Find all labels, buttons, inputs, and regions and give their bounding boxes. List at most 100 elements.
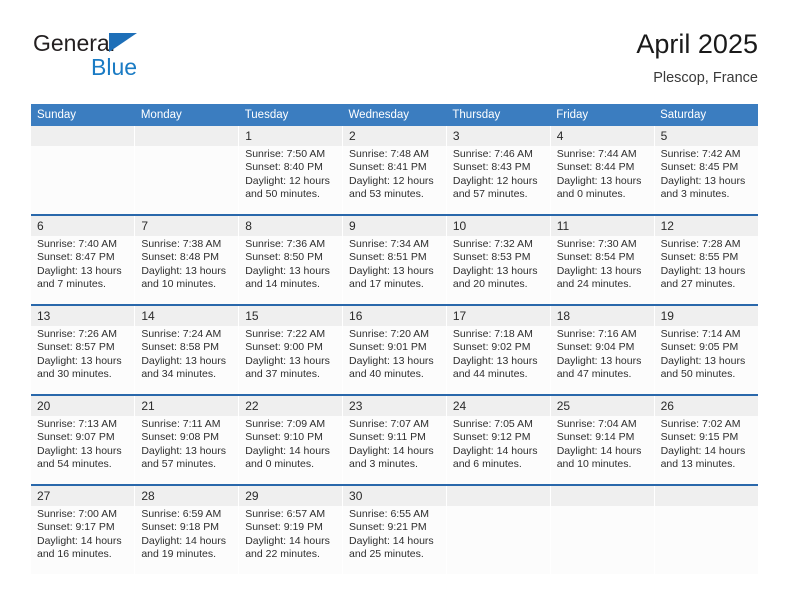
day-cell[interactable]: Sunrise: 7:11 AM Sunset: 9:08 PM Daylight:… bbox=[134, 416, 239, 485]
day-info-line: Daylight: 13 hours bbox=[556, 174, 642, 187]
day-number[interactable]: 5 bbox=[653, 126, 758, 146]
day-number[interactable]: 16 bbox=[342, 304, 447, 326]
day-number[interactable]: 26 bbox=[653, 394, 758, 416]
day-number[interactable]: 25 bbox=[549, 394, 655, 416]
day-number[interactable]: 10 bbox=[445, 214, 551, 236]
day-cell[interactable]: Sunrise: 7:14 AM Sunset: 9:05 PM Daylight:… bbox=[653, 326, 758, 395]
day-cell[interactable]: Sunrise: 7:42 AM Sunset: 8:45 PM Daylight:… bbox=[653, 146, 758, 215]
week-daynumber-row: 12345 bbox=[31, 126, 758, 146]
day-cell[interactable]: Sunrise: 7:13 AM Sunset: 9:07 PM Daylight:… bbox=[31, 416, 135, 485]
day-info-line: Daylight: 13 hours bbox=[452, 264, 538, 277]
day-cell[interactable]: Sunrise: 7:09 AM Sunset: 9:10 PM Daylight:… bbox=[238, 416, 343, 485]
day-info-line: Daylight: 13 hours bbox=[141, 444, 226, 457]
day-number[interactable]: 23 bbox=[342, 394, 447, 416]
day-info-line: and 37 minutes. bbox=[245, 368, 320, 381]
day-number[interactable]: 14 bbox=[134, 304, 239, 326]
day-cell[interactable]: Sunrise: 7:38 AM Sunset: 8:48 PM Daylight:… bbox=[134, 236, 239, 305]
day-info-line: and 0 minutes. bbox=[556, 188, 626, 201]
day-number[interactable]: 22 bbox=[238, 394, 343, 416]
day-cell[interactable]: Sunrise: 7:32 AM Sunset: 8:53 PM Daylight:… bbox=[445, 236, 551, 305]
day-info-line: Sunset: 8:43 PM bbox=[452, 161, 531, 174]
day-info-line: and 13 minutes. bbox=[660, 458, 736, 471]
day-cell[interactable]: Sunrise: 7:40 AM Sunset: 8:47 PM Daylight:… bbox=[31, 236, 135, 305]
day-cell-empty bbox=[653, 506, 758, 574]
day-info-line: Daylight: 13 hours bbox=[556, 264, 642, 277]
day-info-line: Daylight: 13 hours bbox=[141, 264, 226, 277]
day-cell[interactable]: Sunrise: 7:07 AM Sunset: 9:11 PM Daylight:… bbox=[342, 416, 447, 485]
day-number[interactable]: 9 bbox=[342, 214, 447, 236]
day-info-line: Daylight: 13 hours bbox=[37, 354, 122, 367]
day-cell[interactable]: Sunrise: 7:28 AM Sunset: 8:55 PM Daylight:… bbox=[653, 236, 758, 305]
day-cell[interactable]: Sunrise: 7:16 AM Sunset: 9:04 PM Daylight:… bbox=[549, 326, 655, 395]
day-number[interactable]: 28 bbox=[134, 484, 239, 506]
day-info-line: and 17 minutes. bbox=[349, 278, 424, 291]
day-cell[interactable]: Sunrise: 7:36 AM Sunset: 8:50 PM Daylight:… bbox=[238, 236, 343, 305]
day-info-line: Sunrise: 7:48 AM bbox=[349, 148, 429, 160]
day-info-line: and 53 minutes. bbox=[349, 188, 424, 201]
day-cell[interactable]: Sunrise: 7:04 AM Sunset: 9:14 PM Daylight:… bbox=[549, 416, 655, 485]
day-info-line: Sunset: 9:15 PM bbox=[660, 431, 739, 444]
day-info-line: Sunrise: 7:50 AM bbox=[245, 148, 326, 160]
day-number[interactable]: 3 bbox=[445, 126, 551, 146]
day-info-line: Sunset: 8:58 PM bbox=[141, 341, 219, 354]
weekday-header-thursday: Thursday bbox=[446, 104, 551, 126]
day-number[interactable]: 13 bbox=[31, 304, 135, 326]
day-number[interactable]: 6 bbox=[31, 214, 135, 236]
day-number[interactable]: 2 bbox=[342, 126, 447, 146]
day-cell[interactable]: Sunrise: 7:05 AM Sunset: 9:12 PM Daylight:… bbox=[445, 416, 551, 485]
day-info-line: and 20 minutes. bbox=[452, 278, 528, 291]
day-info-line: Sunrise: 7:07 AM bbox=[349, 418, 429, 430]
day-info-line: Sunset: 8:45 PM bbox=[660, 161, 739, 174]
page-header: General Blue April 2025 Plescop, France bbox=[31, 28, 758, 98]
day-info-line: Sunrise: 7:32 AM bbox=[452, 238, 533, 250]
day-number[interactable]: 24 bbox=[445, 394, 551, 416]
day-number-empty bbox=[134, 126, 239, 146]
day-number[interactable]: 27 bbox=[31, 484, 135, 506]
day-info-line: Sunrise: 7:34 AM bbox=[349, 238, 429, 250]
day-info-line: Sunset: 8:40 PM bbox=[245, 161, 323, 174]
day-cell[interactable]: Sunrise: 7:44 AM Sunset: 8:44 PM Daylight:… bbox=[549, 146, 655, 215]
day-info-line: Sunrise: 7:11 AM bbox=[141, 418, 221, 430]
day-info-line: Sunset: 9:12 PM bbox=[452, 431, 531, 444]
day-cell[interactable]: Sunrise: 7:02 AM Sunset: 9:15 PM Daylight:… bbox=[653, 416, 758, 485]
day-cell[interactable]: Sunrise: 7:00 AM Sunset: 9:17 PM Daylight:… bbox=[31, 506, 135, 574]
day-cell[interactable]: Sunrise: 6:57 AM Sunset: 9:19 PM Daylight:… bbox=[238, 506, 343, 574]
day-number[interactable]: 21 bbox=[134, 394, 239, 416]
day-number[interactable]: 12 bbox=[653, 214, 758, 236]
day-number[interactable]: 17 bbox=[445, 304, 551, 326]
day-number[interactable]: 8 bbox=[238, 214, 343, 236]
day-number[interactable]: 4 bbox=[549, 126, 655, 146]
day-info-line: Sunset: 9:05 PM bbox=[660, 341, 739, 354]
day-cell[interactable]: Sunrise: 7:20 AM Sunset: 9:01 PM Daylight:… bbox=[342, 326, 447, 395]
day-number[interactable]: 7 bbox=[134, 214, 239, 236]
day-cell[interactable]: Sunrise: 7:30 AM Sunset: 8:54 PM Daylight:… bbox=[549, 236, 655, 305]
day-cell[interactable]: Sunrise: 7:26 AM Sunset: 8:57 PM Daylight:… bbox=[31, 326, 135, 395]
day-cell[interactable]: Sunrise: 7:34 AM Sunset: 8:51 PM Daylight:… bbox=[342, 236, 447, 305]
day-info-line: Sunrise: 7:13 AM bbox=[37, 418, 117, 430]
day-info-line: and 16 minutes. bbox=[37, 548, 112, 561]
day-cell[interactable]: Sunrise: 7:22 AM Sunset: 9:00 PM Daylight:… bbox=[238, 326, 343, 395]
day-info-line: and 54 minutes. bbox=[37, 458, 112, 471]
day-info-line: Sunset: 9:11 PM bbox=[349, 431, 426, 444]
calendar-header-row: Sunday Monday Tuesday Wednesday Thursday… bbox=[31, 104, 758, 126]
day-number[interactable]: 19 bbox=[653, 304, 758, 326]
day-number[interactable]: 15 bbox=[238, 304, 343, 326]
day-info-line: Daylight: 14 hours bbox=[245, 534, 330, 547]
day-cell[interactable]: Sunrise: 7:18 AM Sunset: 9:02 PM Daylight:… bbox=[445, 326, 551, 395]
day-info-line: Sunrise: 6:55 AM bbox=[349, 508, 429, 520]
weekday-header-saturday: Saturday bbox=[654, 104, 758, 126]
day-cell[interactable]: Sunrise: 7:48 AM Sunset: 8:41 PM Daylight:… bbox=[342, 146, 447, 215]
day-cell[interactable]: Sunrise: 7:46 AM Sunset: 8:43 PM Daylight:… bbox=[445, 146, 551, 215]
day-cell[interactable]: Sunrise: 7:24 AM Sunset: 8:58 PM Daylight:… bbox=[134, 326, 239, 395]
day-number[interactable]: 11 bbox=[549, 214, 655, 236]
day-number[interactable]: 29 bbox=[238, 484, 343, 506]
day-cell[interactable]: Sunrise: 7:50 AM Sunset: 8:40 PM Daylight:… bbox=[238, 146, 343, 215]
day-number[interactable]: 20 bbox=[31, 394, 135, 416]
day-cell[interactable]: Sunrise: 6:55 AM Sunset: 9:21 PM Daylight:… bbox=[342, 506, 447, 574]
day-cell[interactable]: Sunrise: 6:59 AM Sunset: 9:18 PM Daylight:… bbox=[134, 506, 239, 574]
day-number[interactable]: 1 bbox=[238, 126, 343, 146]
weekday-header-monday: Monday bbox=[134, 104, 239, 126]
page-title: April 2025 bbox=[636, 29, 758, 59]
day-number[interactable]: 30 bbox=[342, 484, 447, 506]
day-number[interactable]: 18 bbox=[549, 304, 655, 326]
